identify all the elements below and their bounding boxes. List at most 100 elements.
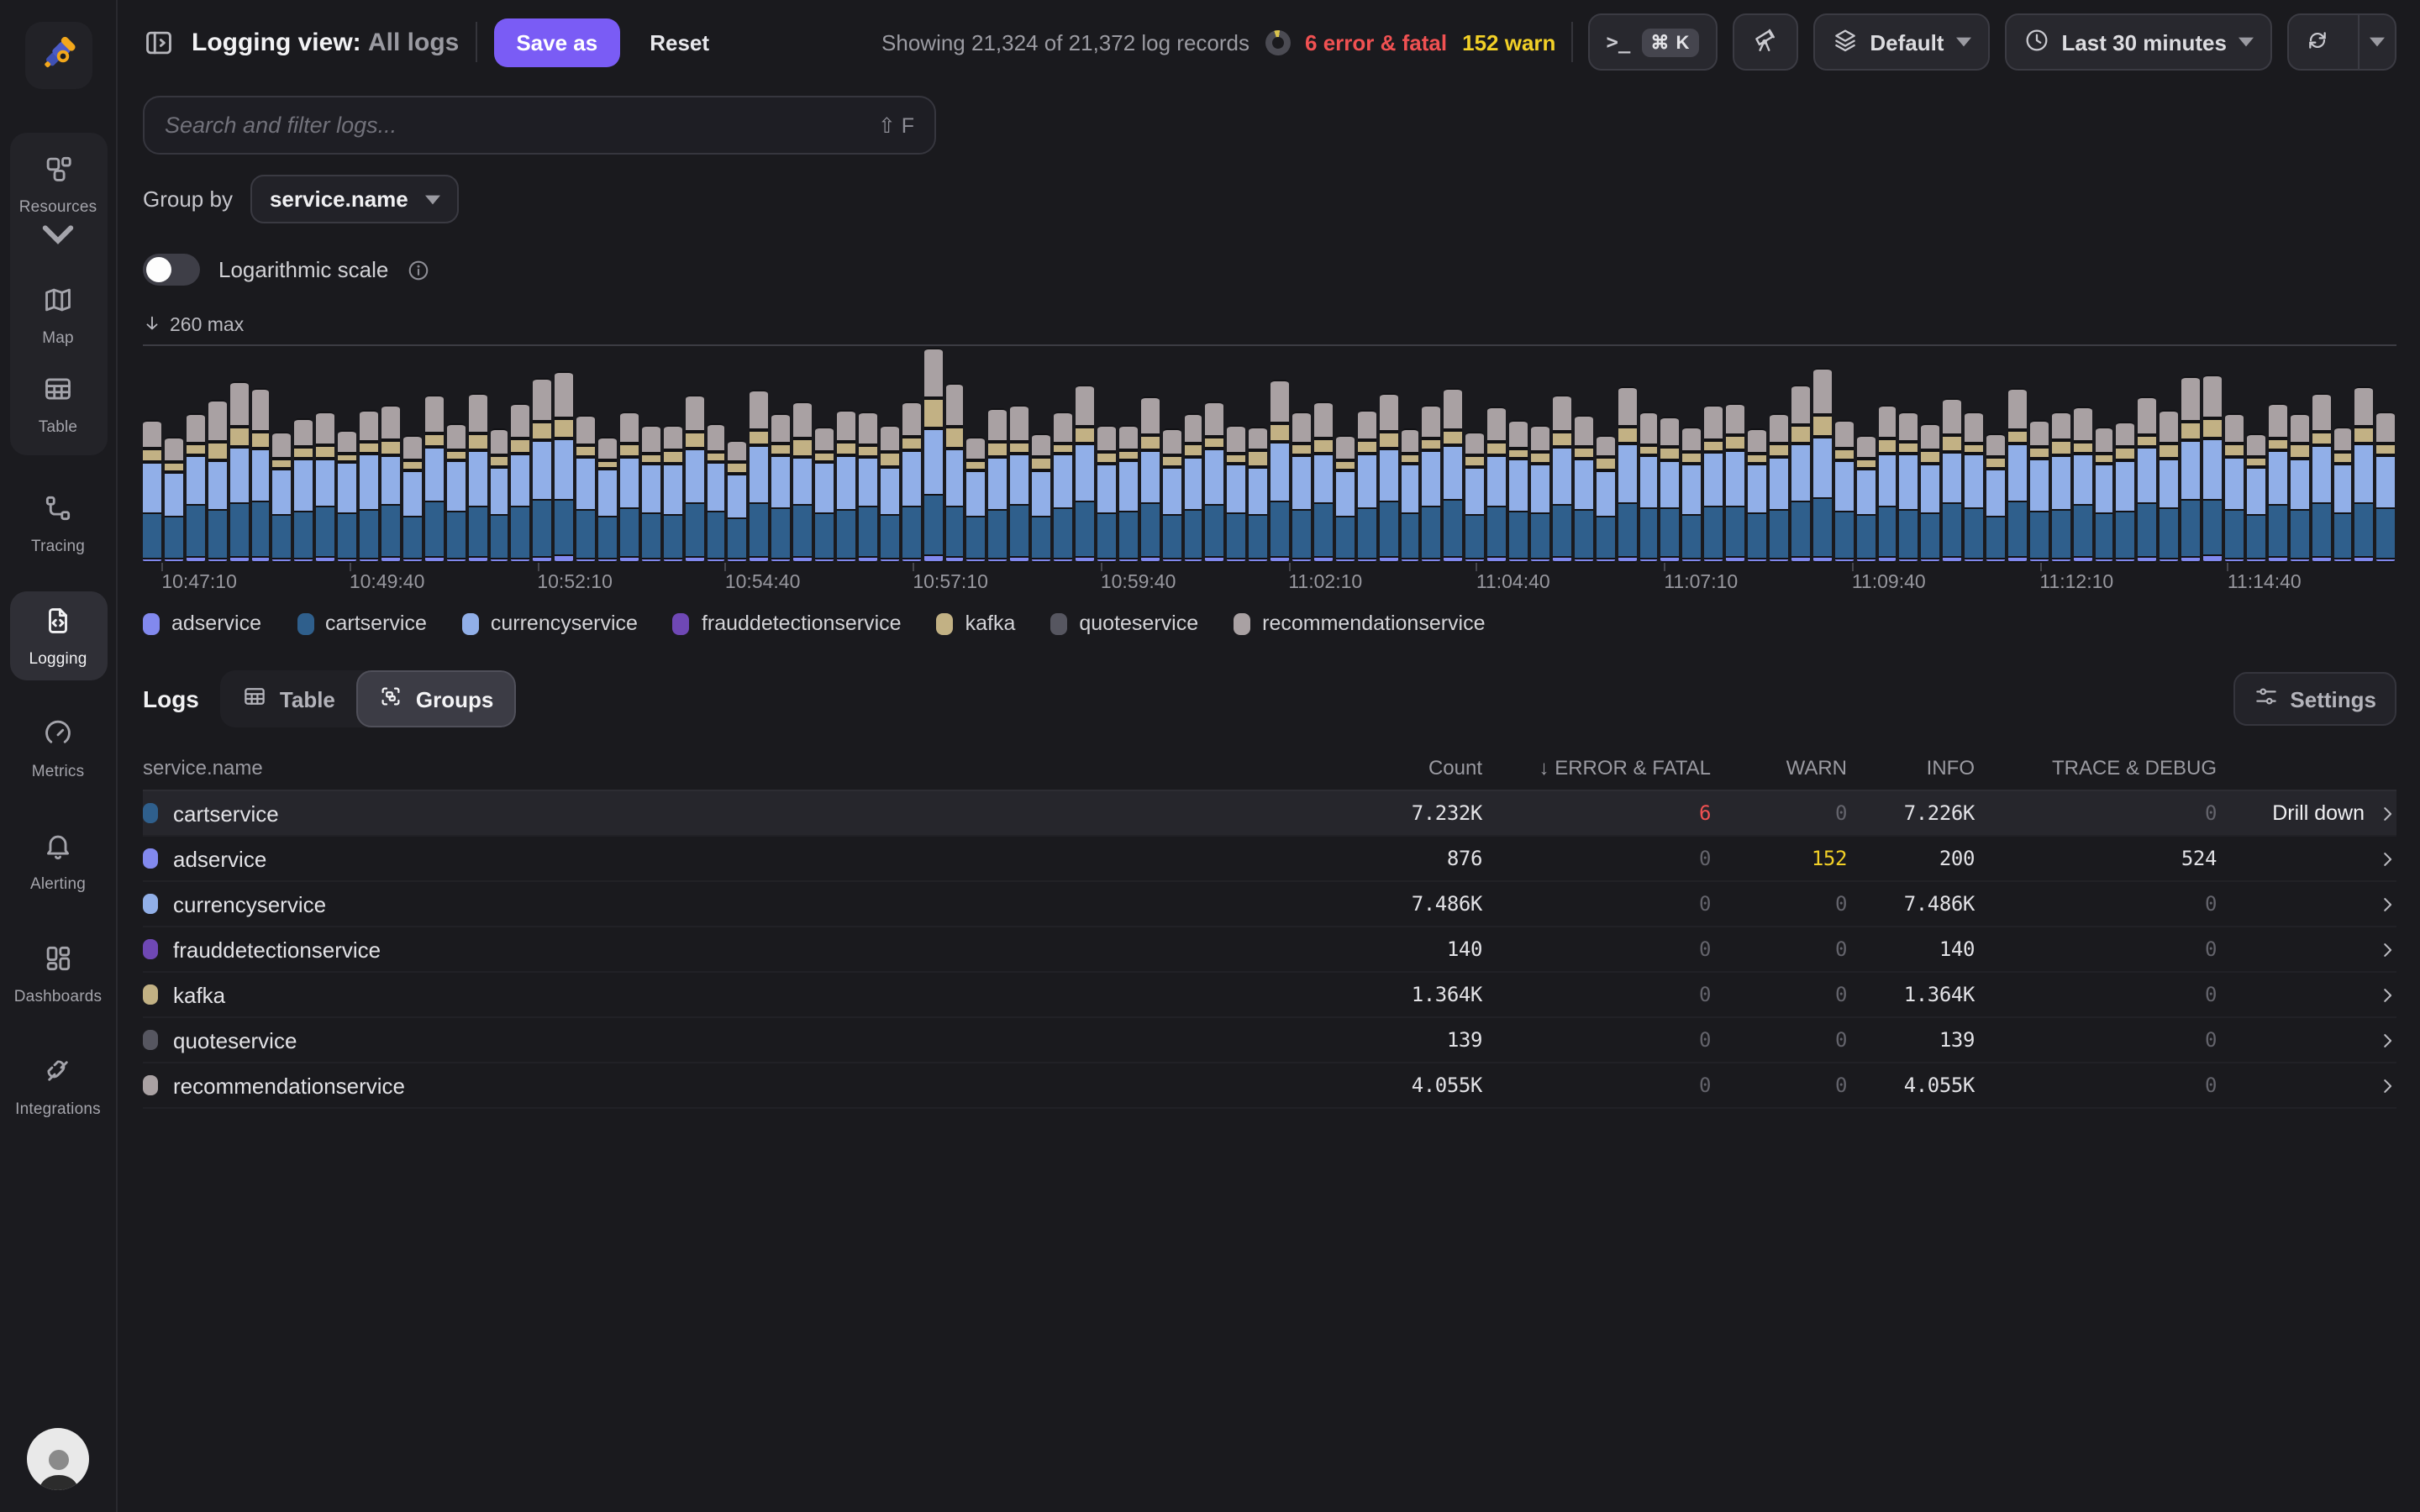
- stacked-bar[interactable]: [1118, 425, 1138, 563]
- stacked-bar[interactable]: [750, 390, 769, 563]
- sidebar-item-tracing[interactable]: Tracing: [9, 479, 107, 568]
- stacked-bar[interactable]: [208, 400, 227, 563]
- stacked-bar[interactable]: [164, 437, 183, 563]
- stacked-bar[interactable]: [598, 437, 617, 563]
- column-header-info[interactable]: INFO: [1847, 755, 1975, 779]
- stacked-bar[interactable]: [2268, 403, 2287, 563]
- search-input[interactable]: [165, 113, 865, 138]
- stacked-bar[interactable]: [2160, 410, 2179, 563]
- table-row-kafka[interactable]: kafka 1.364K 0 0 1.364K 0: [143, 973, 2396, 1018]
- stacked-bar[interactable]: [2116, 422, 2135, 563]
- stacked-bar[interactable]: [619, 412, 639, 563]
- stacked-bar[interactable]: [1054, 412, 1072, 563]
- tab-groups-view[interactable]: Groups: [356, 670, 516, 727]
- sidebar-item-integrations[interactable]: Integrations: [9, 1042, 107, 1131]
- command-palette-button[interactable]: >_ ⌘ K: [1587, 13, 1718, 71]
- stacked-bar[interactable]: [1791, 385, 1810, 563]
- stacked-bar[interactable]: [381, 405, 400, 563]
- stacked-bar[interactable]: [1097, 425, 1116, 563]
- error-count-badge[interactable]: 6 error & fatal: [1305, 29, 1447, 55]
- stacked-bar[interactable]: [2225, 413, 2244, 563]
- stacked-bar[interactable]: [1856, 435, 1875, 563]
- environment-select[interactable]: Default: [1812, 13, 1990, 71]
- stacked-bar[interactable]: [923, 348, 943, 563]
- stacked-bar[interactable]: [1249, 427, 1268, 563]
- column-header-trace-debug[interactable]: TRACE & DEBUG: [1975, 755, 2217, 779]
- stacked-bar[interactable]: [1574, 415, 1593, 563]
- warn-count-badge[interactable]: 152 warn: [1462, 29, 1555, 55]
- chevron-right-icon[interactable]: [2378, 940, 2396, 958]
- chevron-right-icon[interactable]: [2378, 1031, 2396, 1049]
- stacked-bar[interactable]: [2246, 433, 2265, 563]
- legend-item-cartservice[interactable]: cartservice: [297, 612, 427, 635]
- stacked-bar[interactable]: [1140, 396, 1160, 563]
- stacked-bar[interactable]: [143, 420, 161, 563]
- stacked-bar[interactable]: [1812, 368, 1832, 563]
- reset-button[interactable]: Reset: [636, 19, 723, 65]
- stacked-bar[interactable]: [1422, 405, 1441, 563]
- stacked-bar[interactable]: [1704, 405, 1723, 563]
- stacked-bar[interactable]: [1986, 433, 2005, 563]
- stacked-bar[interactable]: [707, 423, 725, 563]
- stacked-bar[interactable]: [793, 402, 813, 563]
- stacked-bar[interactable]: [1227, 425, 1246, 563]
- legend-item-frauddetectionservice[interactable]: frauddetectionservice: [672, 612, 902, 635]
- stacked-bar[interactable]: [1335, 435, 1355, 563]
- table-row-quoteservice[interactable]: quoteservice 139 0 0 139 0: [143, 1018, 2396, 1063]
- stacked-bar[interactable]: [2138, 396, 2157, 563]
- column-header-count[interactable]: Count: [1247, 755, 1482, 779]
- tab-table-view[interactable]: Table: [221, 670, 357, 727]
- stacked-bar[interactable]: [1401, 428, 1419, 563]
- stacked-bar[interactable]: [2073, 407, 2092, 563]
- collapse-panel-icon[interactable]: [143, 26, 175, 58]
- stacked-bar[interactable]: [1075, 385, 1094, 563]
- row-action-cell[interactable]: [2217, 895, 2396, 913]
- stacked-bar[interactable]: [2333, 427, 2352, 563]
- stacked-bar[interactable]: [468, 393, 487, 563]
- stacked-bar[interactable]: [815, 427, 834, 563]
- stacked-bar[interactable]: [1748, 428, 1766, 563]
- stacked-bar[interactable]: [1205, 402, 1224, 563]
- log-scale-toggle[interactable]: [143, 254, 200, 286]
- stacked-bar[interactable]: [2312, 393, 2331, 563]
- stacked-bar[interactable]: [294, 418, 313, 563]
- row-action-cell[interactable]: [2217, 1076, 2396, 1095]
- stacked-bar[interactable]: [1184, 413, 1202, 563]
- stacked-bar[interactable]: [2051, 412, 2070, 563]
- stacked-bar[interactable]: [1379, 393, 1398, 563]
- stacked-bar[interactable]: [1509, 420, 1528, 563]
- stacked-bar[interactable]: [229, 381, 249, 563]
- chevron-right-icon[interactable]: [2378, 985, 2396, 1004]
- stacked-bar[interactable]: [186, 413, 205, 563]
- stacked-bar[interactable]: [1487, 407, 1507, 563]
- stacked-bar[interactable]: [533, 378, 552, 563]
- stacked-bar[interactable]: [1726, 403, 1745, 563]
- row-action-cell[interactable]: Drill down: [2217, 801, 2396, 825]
- stacked-bar[interactable]: [641, 425, 660, 563]
- row-action-cell[interactable]: [2217, 849, 2396, 868]
- stacked-bar[interactable]: [1465, 432, 1485, 563]
- row-action-cell[interactable]: [2217, 940, 2396, 958]
- stacked-bar[interactable]: [1292, 412, 1311, 563]
- stacked-bar[interactable]: [1878, 405, 1897, 563]
- sidebar-item-dashboards[interactable]: Dashboards: [9, 929, 107, 1018]
- stacked-bar[interactable]: [2181, 376, 2201, 563]
- stacked-bar[interactable]: [771, 413, 791, 563]
- refresh-options-button[interactable]: [2358, 15, 2395, 69]
- legend-item-quoteservice[interactable]: quoteservice: [1050, 612, 1198, 635]
- stacked-bar[interactable]: [1313, 402, 1333, 563]
- stacked-bar[interactable]: [1270, 380, 1290, 563]
- stacked-bar[interactable]: [1965, 412, 1984, 563]
- stacked-bar[interactable]: [316, 412, 335, 563]
- legend-item-adservice[interactable]: adservice: [143, 612, 261, 635]
- stacked-bar[interactable]: [1921, 423, 1940, 563]
- stacked-bar[interactable]: [1162, 428, 1181, 563]
- stacked-bar[interactable]: [1660, 417, 1680, 563]
- stacked-bar[interactable]: [1899, 412, 1918, 563]
- save-as-button[interactable]: Save as: [494, 18, 620, 66]
- table-row-adservice[interactable]: adservice 876 0 152 200 524: [143, 837, 2396, 882]
- legend-item-recommendationservice[interactable]: recommendationservice: [1234, 612, 1486, 635]
- stacked-bar[interactable]: [858, 412, 877, 563]
- table-row-currencyservice[interactable]: currencyservice 7.486K 0 0 7.486K 0: [143, 882, 2396, 927]
- chevron-right-icon[interactable]: [2378, 1076, 2396, 1095]
